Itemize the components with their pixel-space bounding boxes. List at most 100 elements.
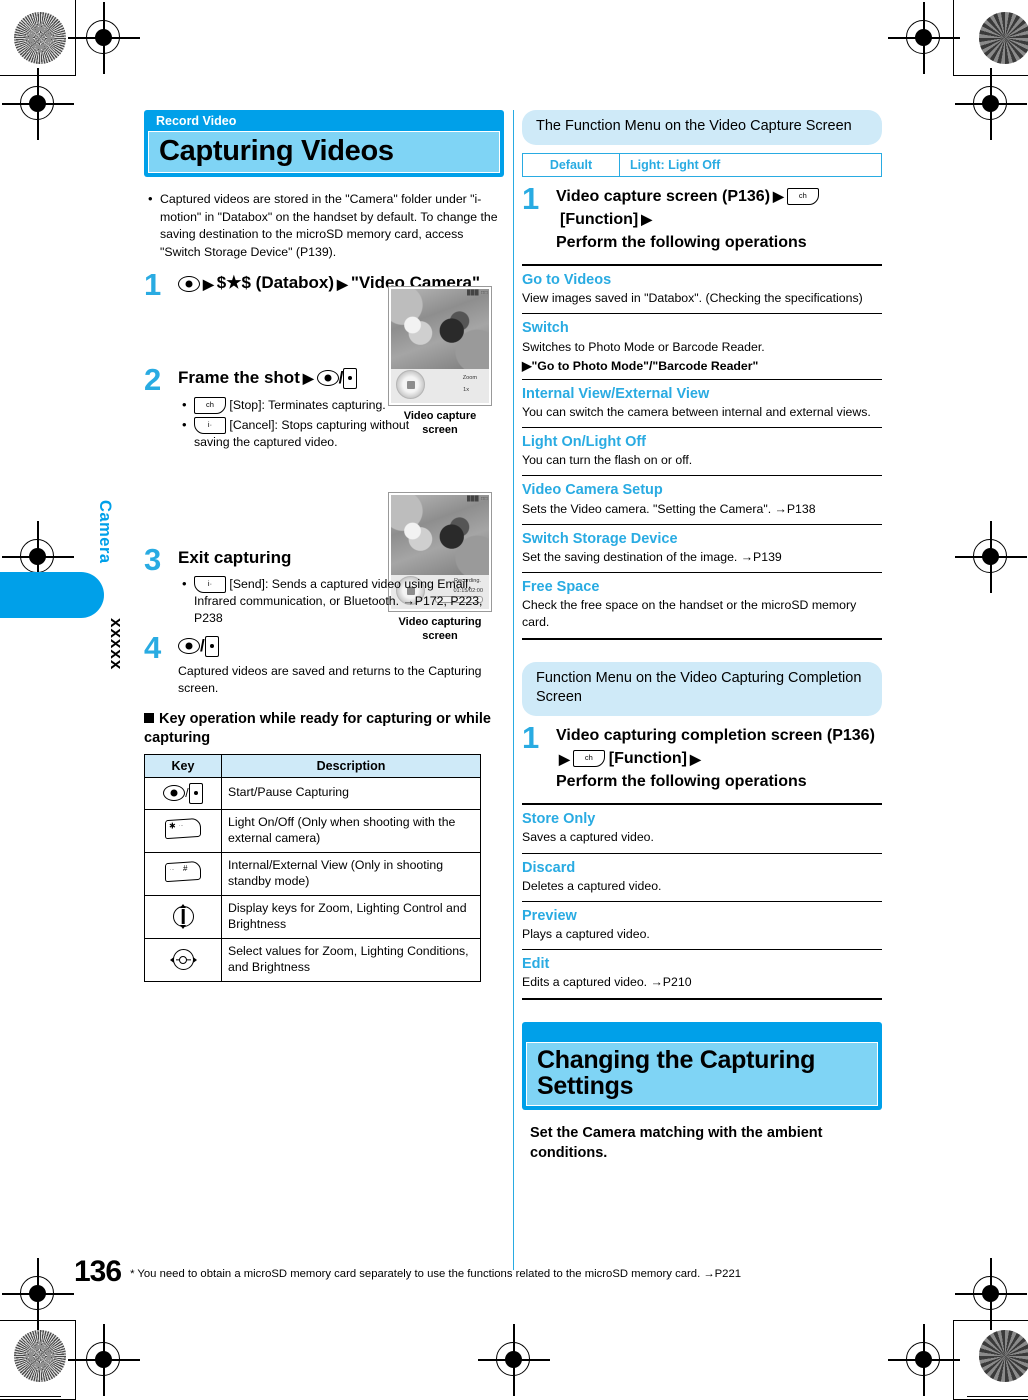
function-desc: You can switch the camera between intern… [522, 404, 871, 419]
table-header-row: Key Description [144, 753, 481, 778]
column-divider [513, 110, 514, 1270]
key-cell-center: / [144, 776, 222, 810]
side-key-icon [343, 367, 358, 389]
key-cell-updown [144, 894, 222, 939]
step-4: 4 / Captured videos are saved and return… [144, 632, 504, 698]
list-item: i· [Send]: Sends a captured video using … [178, 575, 504, 628]
key-cell-star: ✱ ··· [144, 808, 222, 853]
chapter-band-spacer [522, 1021, 882, 1042]
list-item: Discard Deletes a captured video. [522, 852, 882, 901]
step-r2-heading: Video capturing completion screen (P136)… [556, 724, 882, 794]
up-down-key-icon [172, 904, 194, 930]
arrow-icon-2: ▶ [641, 211, 652, 228]
function-title: Internal View/External View [522, 385, 710, 402]
side-key-icon [188, 782, 203, 804]
description-cell: Internal/External View (Only in shooting… [221, 851, 481, 896]
print-color-star-bottom-left [14, 1330, 66, 1382]
star-glyph: ✱ [169, 821, 176, 831]
function-item-list-1: Go to Videos View images saved in "Datab… [522, 264, 882, 640]
function-desc: Plays a captured video. [522, 927, 650, 942]
zoom-label: Zoom [462, 375, 477, 381]
manual-page: Camera xxxxx Record Video Capturing Vide… [0, 0, 1028, 1400]
step-r1-text-c: Perform the following operations [556, 233, 807, 251]
step-number: 3 [144, 541, 161, 577]
function-title: Edit [522, 956, 550, 973]
function-menu-section-title-2: Function Menu on the Video Capturing Com… [522, 661, 882, 716]
page-title: Capturing Videos [148, 131, 500, 174]
section-end-rule [522, 637, 882, 640]
arrow-icon-2: ▶ [689, 750, 701, 767]
step-4-body: Captured videos are saved and returns to… [178, 663, 482, 696]
footnote-text: * You need to obtain a microSD memory ca… [130, 1268, 742, 1281]
function-item-list-2: Store Only Saves a captured video. Disca… [522, 803, 882, 1000]
registration-mark-top-left-a [68, 2, 140, 74]
list-item: Internal View/External View You can swit… [522, 378, 882, 427]
status-bar-2: ███ □□ [466, 496, 488, 502]
step-number: 1 [522, 180, 539, 216]
function-desc: Set the saving destination of the image.… [522, 549, 782, 564]
list-item: Store Only Saves a captured video. [522, 803, 882, 852]
column-header-description: Description [221, 753, 481, 778]
softkey-ch-icon: ch [786, 187, 819, 205]
print-color-star-bottom-right [979, 1330, 1028, 1382]
bullet-text: [Stop]: Terminates capturing. [229, 397, 386, 412]
sidebar-chapter-code: xxxxx [107, 618, 126, 671]
table-row: Display keys for Zoom, Lighting Control … [144, 894, 481, 939]
hash-sub: ··· [170, 866, 175, 872]
center-key-icon [316, 370, 339, 387]
registration-mark-top-right-b [955, 68, 1027, 140]
list-item: Switch Storage Device Set the saving des… [522, 523, 882, 572]
key-operation-table: Key Description / Start/Pause Capturing … [144, 753, 481, 982]
function-desc: Saves a captured video. [522, 830, 654, 845]
step-2-label: Frame the shot [178, 367, 300, 387]
section3-lead-text: Set the Camera matching with the ambient… [530, 1125, 823, 1161]
function-subnote: ▶"Go to Photo Mode"/"Barcode Reader" [522, 358, 759, 373]
step-4-heading: / [178, 634, 504, 659]
bullet-text: [Send]: Sends a captured video using Ema… [194, 576, 483, 626]
registration-mark-bottom-center [478, 1324, 550, 1396]
left-column: Record Video Capturing Videos Captured v… [144, 110, 504, 982]
function-title: Switch Storage Device [522, 530, 678, 547]
function-menu-section-title-1: The Function Menu on the Video Capture S… [522, 110, 882, 145]
star-sub: ··· [179, 822, 184, 828]
function-desc: Switches to Photo Mode or Barcode Reader… [522, 339, 765, 354]
zoom-value: 1x [463, 387, 469, 393]
center-key-icon [178, 275, 200, 292]
softkey-clear-icon: i· [194, 417, 226, 435]
list-item: Preview Plays a captured video. [522, 900, 882, 949]
description-cell: Light On/Off (Only when shooting with th… [221, 808, 481, 853]
description-cell: Start/Pause Capturing [221, 776, 481, 810]
chapter-header-2: Changing the Capturing Settings [522, 1021, 882, 1111]
step-3-label: Exit capturing [178, 547, 292, 567]
arrow-icon: ▶ [203, 275, 214, 292]
step-r2: 1 Video capturing completion screen (P13… [522, 722, 882, 794]
print-color-star-top-right [979, 12, 1028, 64]
side-key-icon [204, 635, 219, 657]
intro-bullet-list: Captured videos are stored in the "Camer… [144, 190, 504, 261]
step-1-databox-label: $★$ (Databox) [216, 273, 335, 293]
hash-glyph: # [183, 863, 188, 873]
default-label: Default [523, 153, 620, 176]
function-desc: Deletes a captured video. [522, 878, 662, 893]
default-setting-row: Default Light: Light Off [522, 152, 882, 177]
step-r2-text-c: Perform the following operations [556, 773, 807, 791]
default-value: Light: Light Off [630, 157, 721, 172]
page-title-2: Changing the Capturing Settings [526, 1041, 878, 1107]
puppy-photo-1 [391, 289, 489, 369]
function-title: Preview [522, 907, 577, 924]
column-header-key: Key [144, 753, 222, 778]
key-operation-section-title: Key operation while ready for capturing … [144, 710, 504, 748]
list-item: i· [Cancel]: Stops capturing without sav… [178, 416, 428, 452]
key-cell-leftright [144, 937, 222, 982]
list-item: Light On/Light Off You can turn the flas… [522, 427, 882, 475]
star-key-icon: ✱ ··· [165, 817, 201, 840]
step-r1: 1 Video capture screen (P136) ▶ ch [Func… [522, 180, 882, 255]
registration-mark-top-left-b [2, 68, 74, 140]
key-section-label: Key operation while ready for capturing … [144, 711, 491, 747]
square-bullet-icon [144, 713, 154, 724]
step-3-bullets: i· [Send]: Sends a captured video using … [178, 575, 504, 628]
function-desc: You can turn the flash on or off. [522, 453, 693, 468]
step-2-heading: Frame the shot ▶ / [178, 366, 428, 391]
step-number: 1 [144, 267, 161, 303]
step-2: 2 Frame the shot ▶ / ch [Stop]: Terminat… [144, 364, 428, 452]
